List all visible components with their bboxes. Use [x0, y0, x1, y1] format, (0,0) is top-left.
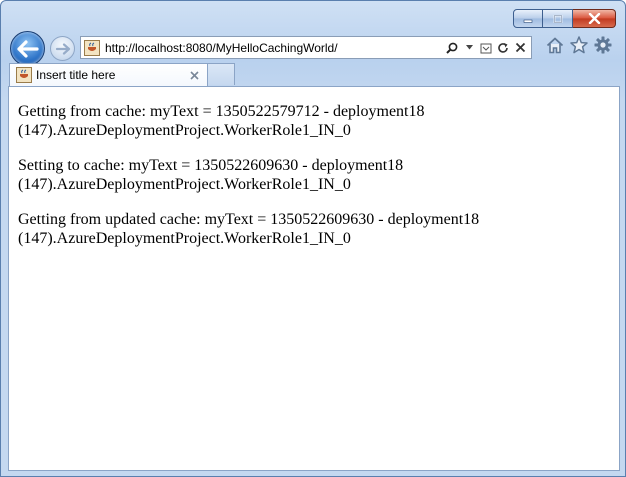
compatibility-view-icon[interactable]	[479, 40, 493, 56]
close-icon[interactable]	[187, 68, 201, 82]
browser-command-icons	[546, 36, 612, 54]
forward-button[interactable]	[50, 36, 75, 61]
java-cup-favicon-icon	[84, 39, 100, 56]
address-bar[interactable]: http://localhost:8080/MyHelloCachingWorl…	[80, 36, 532, 59]
new-tab-button[interactable]	[208, 63, 235, 85]
minimize-icon	[523, 19, 533, 23]
tab-active[interactable]: Insert title here	[9, 63, 208, 86]
forward-arrow-icon	[55, 42, 70, 55]
gear-icon[interactable]	[594, 36, 612, 54]
cache-get-line: Getting from cache: myText = 13505225797…	[18, 103, 425, 139]
address-url[interactable]: http://localhost:8080/MyHelloCachingWorl…	[105, 41, 445, 55]
search-icon[interactable]	[445, 40, 459, 56]
tab-title: Insert title here	[36, 68, 116, 82]
browser-window: http://localhost:8080/MyHelloCachingWorl…	[0, 0, 626, 477]
cache-get-updated-line: Getting from updated cache: myText = 135…	[18, 211, 480, 247]
page-content: Getting from cache: myText = 13505225797…	[8, 86, 620, 471]
cache-set-line: Setting to cache: myText = 1350522609630…	[18, 157, 404, 193]
stop-icon[interactable]	[513, 40, 527, 56]
star-icon[interactable]	[570, 36, 588, 54]
back-arrow-icon	[16, 39, 39, 58]
close-window-icon	[588, 13, 600, 24]
address-tools	[445, 40, 527, 56]
back-button[interactable]	[10, 31, 45, 66]
home-icon[interactable]	[546, 36, 564, 54]
maximize-icon	[553, 14, 562, 23]
java-cup-favicon-icon	[16, 67, 32, 83]
refresh-icon[interactable]	[496, 40, 510, 56]
close-window-button[interactable]	[573, 9, 616, 28]
minimize-button[interactable]	[513, 9, 543, 28]
window-caption-buttons	[513, 9, 616, 28]
chevron-down-icon[interactable]	[462, 40, 476, 56]
maximize-button[interactable]	[543, 9, 573, 28]
